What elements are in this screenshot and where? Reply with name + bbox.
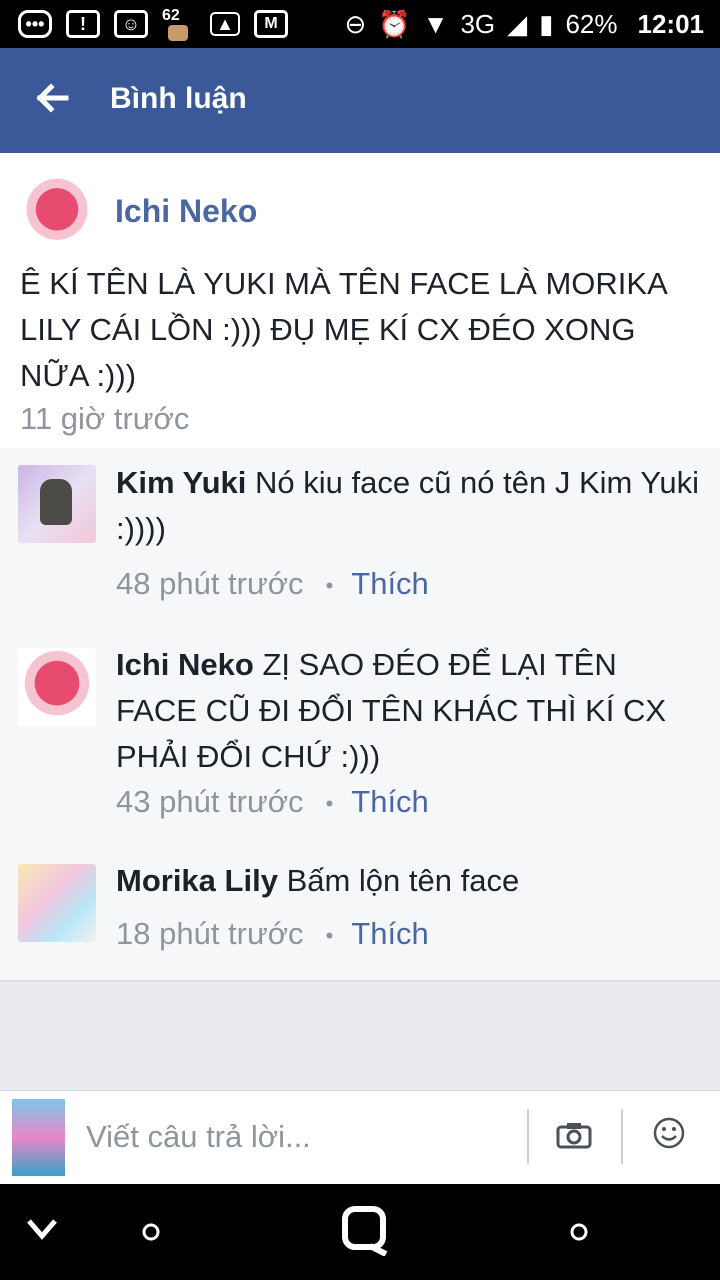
divider: [621, 1109, 623, 1164]
reply-meta: 43 phút trước • Thích: [116, 784, 429, 820]
image-icon: ▲: [210, 12, 240, 36]
page-title: Bình luận: [110, 82, 247, 115]
reply-timestamp: 18 phút trước: [116, 916, 304, 951]
avatar[interactable]: [20, 176, 94, 250]
reply-timestamp: 48 phút trước: [116, 566, 304, 601]
avatar[interactable]: [18, 648, 96, 726]
status-notifications: ••• ! ☺ 62 ▲ M: [18, 6, 288, 42]
reply-body: Kim Yuki Nó kiu face cũ nó tên J Kim Yuk…: [116, 460, 706, 552]
reply-body: Ichi Neko ZỊ SAO ĐÉO ĐỂ LẠI TÊN FACE CŨ …: [116, 642, 706, 780]
separator-dot: •: [325, 790, 334, 816]
alert-icon: !: [66, 10, 100, 38]
status-bar: ••• ! ☺ 62 ▲ M ⊖ ⏰ ▼ 3G ◢ ▮ 62% 12:01: [0, 0, 720, 48]
status-system: ⊖ ⏰ ▼ 3G ◢ ▮ 62% 12:01: [345, 6, 704, 42]
avatar[interactable]: [18, 864, 96, 942]
reply-meta: 18 phút trước • Thích: [116, 916, 429, 952]
empty-area: [0, 980, 720, 1090]
app-bar: Bình luận: [0, 48, 720, 153]
alarm-icon: ⏰: [378, 8, 411, 39]
like-link[interactable]: Thích: [351, 566, 429, 601]
reply-input[interactable]: [86, 1113, 516, 1161]
post-text: Ê KÍ TÊN LÀ YUKI MÀ TÊN FACE LÀ MORIKA L…: [20, 266, 667, 393]
signal-icon: ◢: [507, 8, 528, 39]
avatar[interactable]: [18, 465, 96, 543]
replies-list: Kim Yuki Nó kiu face cũ nó tên J Kim Yuk…: [0, 448, 720, 980]
chevron-down-icon[interactable]: [26, 1218, 58, 1240]
battery-percent: 62%: [565, 8, 618, 39]
reply-meta: 48 phút trước • Thích: [116, 566, 429, 602]
original-comment: Ichi Neko Ê KÍ TÊN LÀ YUKI MÀ TÊN FACE L…: [0, 153, 720, 448]
post-author-name[interactable]: Ichi Neko: [115, 193, 257, 230]
reply-text: Bấm lộn tên face: [286, 863, 520, 898]
system-nav-bar: [0, 1184, 720, 1280]
reply-author-name[interactable]: Kim Yuki: [116, 465, 246, 500]
camera-icon[interactable]: [556, 1121, 592, 1149]
reply-timestamp: 43 phút trước: [116, 784, 304, 819]
my-avatar: [12, 1099, 65, 1176]
gmail-icon: M: [254, 10, 288, 38]
divider: [527, 1109, 529, 1164]
separator-dot: •: [325, 922, 334, 948]
reply-author-name[interactable]: Morika Lily: [116, 863, 278, 898]
back-arrow-icon[interactable]: [34, 80, 74, 120]
arrow-left-icon: [36, 83, 69, 113]
like-link[interactable]: Thích: [351, 916, 429, 951]
chat-bubble-icon: •••: [18, 10, 52, 38]
do-not-disturb-icon: ⊖: [344, 8, 367, 39]
clock: 12:01: [637, 8, 705, 39]
home-square-icon[interactable]: [342, 1206, 390, 1256]
circle-icon[interactable]: [141, 1222, 161, 1242]
messenger-face-icon: ☺: [114, 10, 148, 38]
facebook-notification-icon: 62: [162, 7, 196, 41]
separator-dot: •: [325, 572, 334, 598]
network-type: 3G: [460, 8, 496, 39]
reply-composer: [0, 1090, 720, 1184]
wifi-icon: ▼: [422, 8, 449, 39]
post-timestamp: 11 giờ trước: [20, 401, 190, 436]
smiley-icon[interactable]: [652, 1116, 686, 1150]
battery-icon: ▮: [539, 8, 554, 39]
reply-author-name[interactable]: Ichi Neko: [116, 647, 254, 682]
reply-body: Morika Lily Bấm lộn tên face: [116, 858, 706, 904]
circle-icon[interactable]: [569, 1222, 589, 1242]
like-link[interactable]: Thích: [351, 784, 429, 819]
